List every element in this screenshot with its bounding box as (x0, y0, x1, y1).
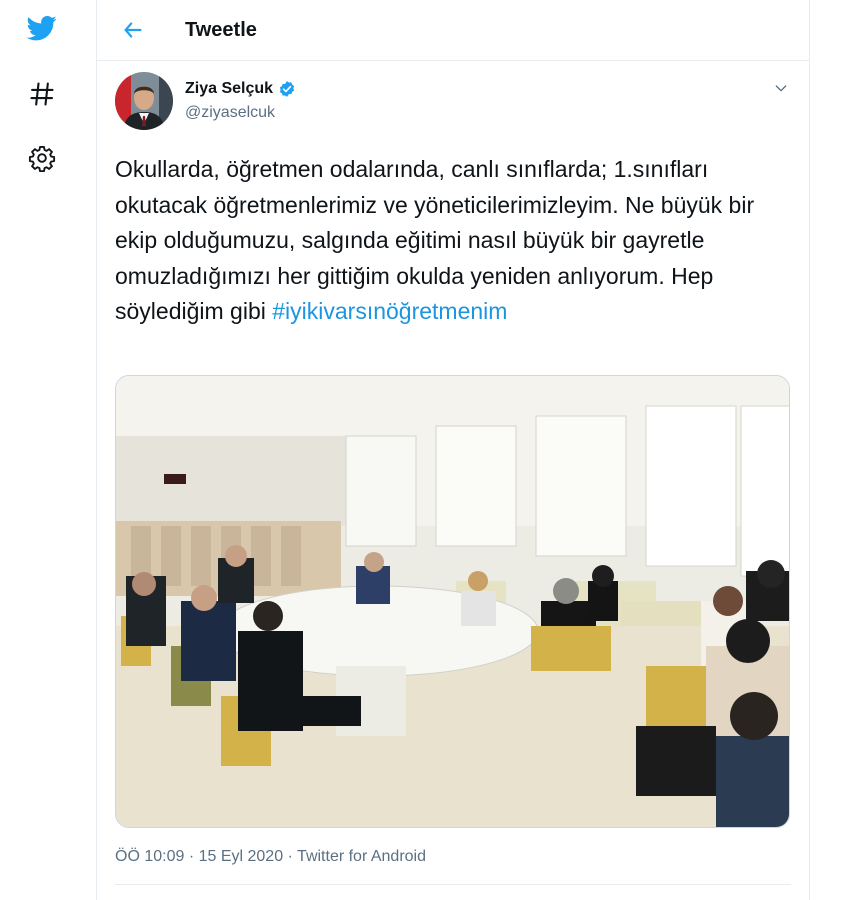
tweet-time[interactable]: ÖÖ 10:09 (115, 848, 184, 865)
tweet-date[interactable]: 15 Eyl 2020 (199, 848, 284, 865)
page-title: Tweetle (185, 19, 257, 41)
verified-badge-icon (278, 80, 296, 98)
twitter-bird-icon[interactable] (22, 8, 62, 48)
meta-separator: · (184, 848, 199, 865)
chevron-down-icon[interactable] (769, 76, 793, 100)
tweet-photo[interactable] (115, 375, 790, 828)
hashtag-link[interactable]: #iyikivarsınöğretmenim (272, 298, 507, 324)
author-handle[interactable]: @ziyaselcuk (185, 102, 275, 124)
left-rail (0, 0, 96, 900)
hashtag-icon[interactable] (22, 74, 62, 114)
divider (115, 884, 791, 885)
avatar[interactable] (115, 72, 173, 130)
tweet-meta: ÖÖ 10:09 · 15 Eyl 2020 · Twitter for And… (115, 846, 426, 868)
meta-separator: · (283, 848, 298, 865)
gear-icon[interactable] (22, 138, 62, 178)
main-column: Tweetle Ziya Selçuk @ziyaselcuk Okullard… (96, 0, 810, 900)
tweet-text: Okullarda, öğretmen odalarında, canlı sı… (115, 152, 795, 330)
tweet-source[interactable]: Twitter for Android (297, 848, 426, 865)
author-name[interactable]: Ziya Selçuk (185, 78, 273, 100)
back-arrow-icon[interactable] (117, 14, 149, 46)
page-header: Tweetle (97, 0, 809, 61)
author-row: Ziya Selçuk (185, 78, 296, 100)
